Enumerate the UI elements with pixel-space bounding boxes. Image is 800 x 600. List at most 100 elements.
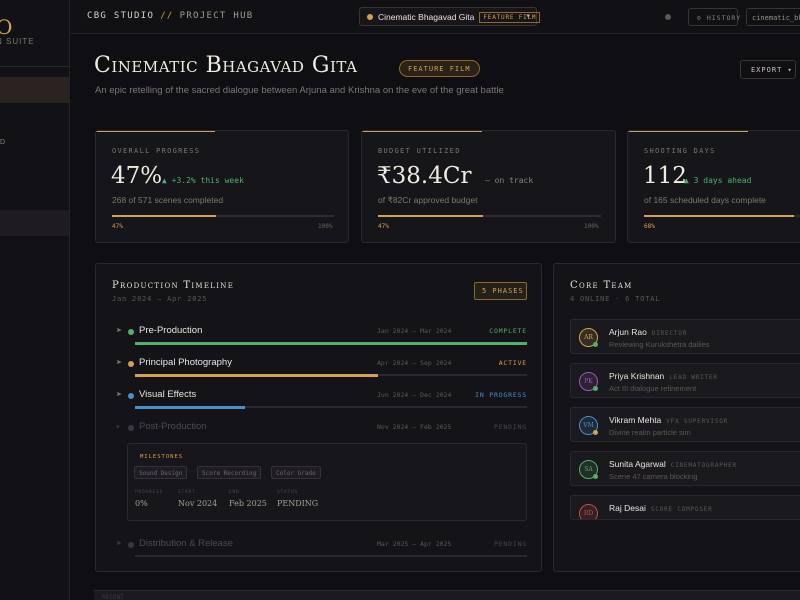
breadcrumb-hub[interactable]: PROJECT HUB — [180, 11, 254, 21]
film-type-badge: FEATURE FILM — [399, 60, 480, 77]
expand-arrow-icon[interactable]: ► — [116, 391, 123, 398]
stat-value: 47% — [111, 163, 163, 189]
phase-progress-fill — [135, 374, 379, 377]
stat-card-progress: OVERALL PROGRESS 47% ▲ +3.2% this week 2… — [95, 130, 349, 243]
milestone-field-label: PROGRESS — [135, 490, 164, 495]
project-status-dot — [367, 14, 373, 20]
phase-name: Principal Photography — [139, 357, 232, 368]
app-logo: O — [0, 15, 12, 39]
team-member-card[interactable]: RD Raj Desai SCORE COMPOSER — [570, 495, 800, 520]
sidebar-divider — [0, 66, 69, 67]
phase-status: PENDING — [494, 423, 527, 431]
phase-status-dot — [128, 425, 134, 431]
member-name: Priya Krishnan — [609, 371, 665, 381]
phase-status: IN PROGRESS — [475, 391, 527, 399]
milestone-tag[interactable]: Score Recording — [197, 466, 262, 479]
phase-progress-fill — [135, 406, 245, 409]
sidebar-item-active[interactable] — [0, 77, 69, 103]
stat-delta: ▲ 3 days ahead — [684, 176, 752, 185]
stat-note: of 165 scheduled days complete — [644, 195, 766, 205]
stat-progress-fill — [378, 215, 483, 217]
chevron-down-icon: ▾ — [526, 13, 530, 20]
member-role: VFX SUPERVISOR — [666, 418, 729, 425]
sidebar-item-highlight[interactable] — [0, 210, 69, 236]
collapse-arrow-icon[interactable]: ▾ — [116, 423, 120, 431]
team-member-card[interactable]: PK Priya Krishnan LEAD WRITER Act III dia… — [570, 363, 800, 398]
stat-note: of ₹82Cr approved budget — [378, 195, 478, 205]
milestone-field-value: PENDING — [277, 499, 319, 508]
avatar: AR — [579, 328, 598, 347]
top-bar: CBG STUDIO // PROJECT HUB Cinematic Bhagav… — [70, 0, 800, 34]
phase-status-dot — [128, 329, 134, 335]
member-task: Scene 47 camera blocking — [609, 472, 698, 481]
history-button[interactable]: ⊙ HISTORY — [688, 8, 740, 26]
member-name: Arjun Rao — [609, 327, 647, 337]
expand-arrow-icon[interactable]: ► — [116, 540, 123, 547]
stat-delta: ▲ +3.2% this week — [162, 176, 244, 185]
milestone-field-label: END — [229, 490, 240, 495]
phase-name: Distribution & Release — [139, 538, 233, 549]
avatar: SA — [579, 460, 598, 479]
phase-dates: Jun 2024 – Dec 2024 — [377, 391, 452, 399]
stat-progress-percent: 68% — [644, 223, 655, 230]
export-button[interactable]: EXPORT ▾ — [740, 60, 796, 79]
stat-progress-max: 100% — [318, 223, 333, 230]
member-role: CINEMATOGRAPHER — [670, 462, 737, 469]
online-status-icon — [593, 430, 598, 435]
activity-strip: RECENT — [94, 590, 800, 600]
online-status-icon — [593, 386, 598, 391]
stat-label: SHOOTING DAYS — [644, 147, 716, 155]
phase-name: Pre-Production — [139, 325, 203, 336]
production-timeline-panel: Production Timeline Jan 2024 – Apr 2025 … — [95, 263, 542, 572]
milestone-tag[interactable]: Color Grade — [271, 466, 321, 479]
milestone-tag[interactable]: Sound Design — [134, 466, 188, 479]
team-member-card[interactable]: AR Arjun Rao DIRECTOR Reviewing Kurukshet… — [570, 319, 800, 354]
phase-status: PENDING — [494, 540, 527, 548]
breadcrumb: CBG STUDIO // PROJECT HUB — [87, 11, 254, 21]
avatar: PK — [579, 372, 598, 391]
timeline-phase[interactable]: ► Distribution & Release Mar 2025 – Apr … — [116, 537, 527, 567]
online-status-icon — [593, 342, 598, 347]
breadcrumb-studio[interactable]: CBG STUDIO — [87, 11, 154, 21]
stat-delta: — on track — [485, 176, 534, 185]
phase-dates: Apr 2024 – Sep 2024 — [377, 359, 452, 367]
breadcrumb-separator: // — [160, 11, 174, 21]
project-selector-label: Cinematic Bhagavad Gita — [378, 12, 475, 22]
avatar: RD — [579, 504, 598, 519]
stat-progress-percent: 47% — [378, 223, 389, 230]
team-member-card[interactable]: VM Vikram Mehta VFX SUPERVISOR Divine rea… — [570, 407, 800, 442]
member-role: LEAD WRITER — [669, 374, 718, 381]
milestone-field-value: 0% — [135, 499, 148, 508]
phase-progress-track — [135, 555, 527, 557]
member-name: Sunita Agarwal — [609, 459, 666, 469]
milestone-field-value: Feb 2025 — [229, 499, 267, 508]
project-selector[interactable]: Cinematic Bhagavad Gita FEATURE FILM ▾ — [359, 7, 541, 26]
timeline-phase[interactable]: ► Principal Photography Apr 2024 – Sep 2… — [116, 356, 527, 386]
team-member-card[interactable]: SA Sunita Agarwal CINEMATOGRAPHER Scene 4… — [570, 451, 800, 486]
member-role: SCORE COMPOSER — [650, 506, 713, 513]
stat-progress-track — [378, 215, 601, 217]
page-title: Cinematic Bhagavad Gita — [94, 53, 358, 78]
card-accent-line — [362, 131, 482, 132]
milestone-field-label: STATUS — [277, 490, 299, 495]
stat-progress-track — [112, 215, 334, 217]
phase-progress-track — [135, 374, 527, 377]
phase-count-badge: 5 PHASES — [474, 282, 527, 300]
card-accent-line — [96, 131, 215, 132]
phase-dates: Jan 2024 – Mar 2024 — [377, 327, 452, 335]
timeline-phase[interactable]: ► Pre-Production Jan 2024 – Mar 2024 COM… — [116, 324, 527, 354]
sidebar-item[interactable]: D — [0, 135, 69, 161]
stat-label: BUDGET UTILIZED — [378, 147, 461, 155]
member-task: Divine realm particle sim — [609, 428, 691, 437]
milestone-field-label: START — [178, 490, 196, 495]
expand-arrow-icon[interactable]: ► — [116, 359, 123, 366]
stat-label: OVERALL PROGRESS — [112, 147, 201, 155]
avatar: VM — [579, 416, 598, 435]
team-online-count: 4 ONLINE · 6 TOTAL — [570, 295, 661, 303]
phase-progress-track — [135, 342, 527, 345]
user-menu-button[interactable]: cinematic_bh — [746, 8, 800, 26]
expand-arrow-icon[interactable]: ► — [116, 327, 123, 334]
stat-progress-percent: 47% — [112, 223, 123, 230]
timeline-range: Jan 2024 – Apr 2025 — [112, 295, 208, 303]
timeline-phase[interactable]: ► Visual Effects Jun 2024 – Dec 2024 IN … — [116, 388, 527, 418]
